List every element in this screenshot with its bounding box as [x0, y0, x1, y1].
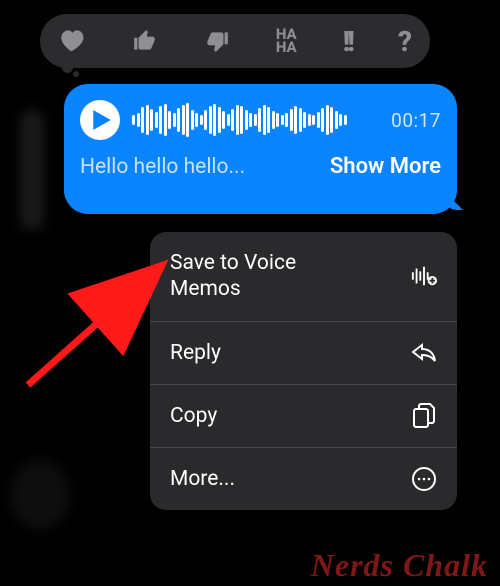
menu-label: Reply [170, 340, 221, 366]
play-button[interactable] [80, 100, 120, 140]
voice-message-bubble: 00:17 Hello hello hello... Show More [64, 84, 457, 214]
haha-icon[interactable]: HAHA [276, 28, 297, 55]
menu-label: Save to Voice Memos [170, 250, 370, 303]
heart-icon[interactable] [58, 28, 86, 54]
menu-label: More... [170, 466, 235, 492]
waveform-plus-icon [411, 263, 437, 289]
reply-icon [411, 340, 437, 366]
menu-reply[interactable]: Reply [150, 322, 457, 385]
waveform[interactable] [132, 100, 379, 140]
tapback-bar: HAHA !! ? [40, 14, 430, 68]
show-more-button[interactable]: Show More [330, 154, 441, 179]
question-icon[interactable]: ? [398, 25, 412, 58]
context-menu: Save to Voice Memos Reply Copy More... [150, 232, 457, 510]
menu-copy[interactable]: Copy [150, 385, 457, 448]
watermark: Nerds Chalk [311, 547, 488, 584]
exclaim-icon[interactable]: !! [343, 25, 352, 58]
transcript-text: Hello hello hello... [80, 155, 245, 179]
menu-more[interactable]: More... [150, 448, 457, 510]
menu-label: Copy [170, 403, 217, 429]
thumbs-down-icon[interactable] [204, 28, 230, 54]
tapback-tail [62, 62, 79, 77]
copy-icon [411, 403, 437, 429]
thumbs-up-icon[interactable] [132, 28, 158, 54]
audio-duration: 00:17 [391, 109, 441, 132]
menu-save-voice-memos[interactable]: Save to Voice Memos [150, 232, 457, 322]
more-icon [411, 466, 437, 492]
